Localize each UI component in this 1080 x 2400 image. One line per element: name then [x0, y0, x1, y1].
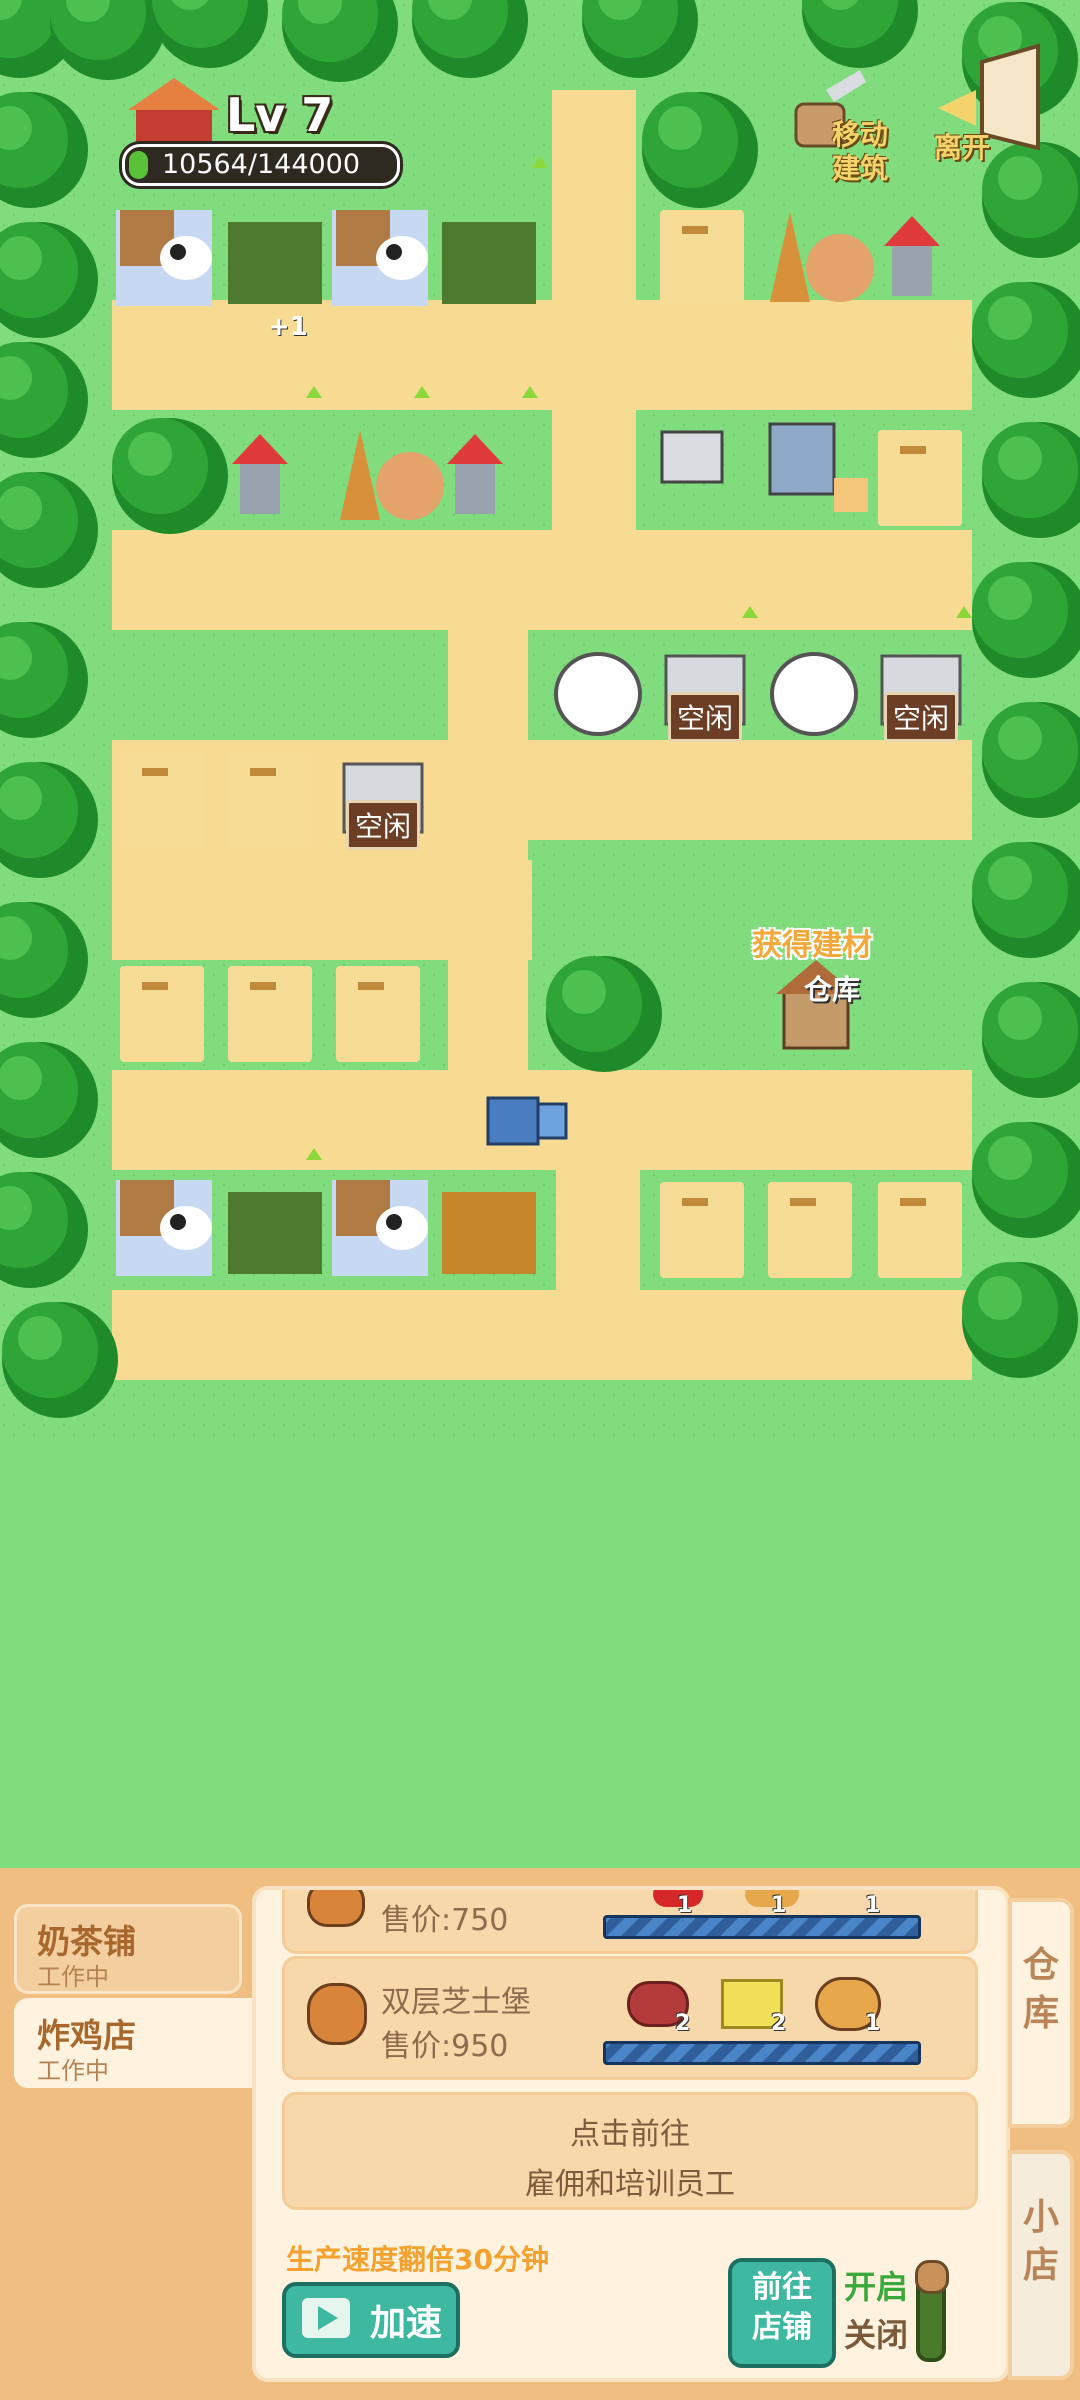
leave-button[interactable]: 离开 [934, 126, 990, 166]
speed-up-button[interactable]: 加速 [282, 2282, 460, 2358]
shop-tab-name: 炸鸡店 [37, 2016, 136, 2055]
recipe-progress-bar [603, 2041, 921, 2065]
move-building-button[interactable]: 移动 建筑 [820, 118, 900, 186]
harvest-plus-one: +1 [268, 312, 308, 342]
gain-material-label: 获得建材 [752, 928, 872, 963]
recipe-item[interactable]: 售价:750 1 1 1 [282, 1890, 978, 1954]
shop-tab-status: 工作中 [37, 1963, 109, 1991]
idle-tag-2[interactable]: 空闲 [884, 692, 959, 742]
burger-icon [307, 1983, 367, 2045]
warehouse-building-label[interactable]: 仓库 [804, 968, 860, 1008]
recipe-price: 售价:950 [381, 2029, 509, 2064]
hire-line-1: 点击前往 [570, 2117, 690, 2152]
side-tab-warehouse-label: 仓 库 [1022, 1945, 1059, 2034]
go-shop-line-2: 店铺 [752, 2310, 812, 2345]
side-tab-warehouse[interactable]: 仓 库 [1008, 1898, 1074, 2128]
player-level: Lv 7 [226, 88, 334, 142]
speed-up-label: 加速 [370, 2303, 443, 2344]
toggle-off-label[interactable]: 关闭 [844, 2310, 908, 2356]
move-building-label: 移动 建筑 [831, 118, 888, 185]
side-tab-shop-label: 小 店 [1022, 2197, 1059, 2286]
ingredient-count: 2 [675, 2011, 691, 2036]
recipe-progress-bar [603, 1915, 921, 1939]
production-toggle[interactable] [915, 2260, 949, 2362]
side-tab-shop[interactable]: 小 店 [1008, 2150, 1074, 2380]
ingredient-count: 1 [865, 2011, 881, 2036]
idle-tag-1[interactable]: 空闲 [668, 692, 743, 742]
go-to-shop-button[interactable]: 前往 店铺 [728, 2258, 836, 2368]
shop-tab-status: 工作中 [37, 2057, 109, 2085]
hire-line-2: 雇佣和培训员工 [525, 2167, 735, 2202]
hire-staff-button[interactable]: 点击前往 雇佣和培训员工 [282, 2092, 978, 2210]
recipe-price: 售价:750 [381, 1903, 509, 1938]
recipe-name: 双层芝士堡 [381, 1985, 531, 2020]
xp-text: 10564/144000 [161, 149, 361, 180]
burger-icon [307, 1890, 365, 1927]
toggle-on-label[interactable]: 开启 [844, 2262, 908, 2308]
toggle-knob[interactable] [915, 2260, 949, 2294]
video-play-icon [302, 2298, 350, 2338]
leave-label: 离开 [934, 131, 991, 164]
shop-panel: 奶茶铺 工作中 炸鸡店 工作中 售价:750 1 1 1 双层芝士堡 售价:95… [0, 1868, 1080, 2400]
xp-bar: 10564/144000 [122, 144, 400, 186]
idle-tag-3[interactable]: 空闲 [346, 800, 421, 850]
speed-boost-note: 生产速度翻倍30分钟 [286, 2243, 549, 2276]
ingredient-count: 2 [771, 2011, 787, 2036]
shop-content[interactable]: 售价:750 1 1 1 双层芝士堡 售价:950 2 2 1 点击前往 雇佣和… [252, 1886, 1010, 2382]
shop-tab-milk-tea[interactable]: 奶茶铺 工作中 [14, 1904, 242, 1994]
recipe-item[interactable]: 双层芝士堡 售价:950 2 2 1 [282, 1956, 978, 2080]
shop-tab-name: 奶茶铺 [37, 1922, 136, 1961]
go-shop-line-1: 前往 [752, 2270, 812, 2305]
shop-tab-fried-chicken[interactable]: 炸鸡店 工作中 [14, 1998, 260, 2088]
